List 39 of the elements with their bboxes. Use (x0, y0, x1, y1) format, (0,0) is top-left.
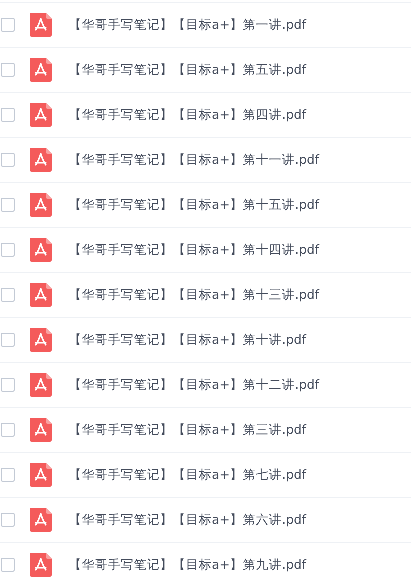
pdf-file-icon (30, 328, 52, 352)
file-name[interactable]: 【华哥手写笔记】【目标a+】第七讲.pdf (69, 466, 306, 484)
checkbox[interactable] (1, 63, 15, 77)
checkbox[interactable] (1, 243, 15, 257)
file-name[interactable]: 【华哥手写笔记】【目标a+】第十讲.pdf (69, 332, 306, 348)
checkbox[interactable] (1, 108, 15, 122)
checkbox[interactable] (1, 558, 15, 572)
file-name[interactable]: 【华哥手写笔记】【目标a+】第十五讲.pdf (69, 196, 320, 214)
pdf-file-icon (30, 283, 52, 307)
file-name[interactable]: 【华哥手写笔记】【目标a+】第三讲.pdf (69, 422, 306, 438)
file-name[interactable]: 【华哥手写笔记】【目标a+】第六讲.pdf (69, 512, 306, 528)
file-name[interactable]: 【华哥手写笔记】【目标a+】第十三讲.pdf (69, 286, 320, 304)
pdf-file-icon (30, 463, 52, 487)
file-name[interactable]: 【华哥手写笔记】【目标a+】第十四讲.pdf (69, 242, 320, 258)
file-name[interactable]: 【华哥手写笔记】【目标a+】第四讲.pdf (69, 106, 306, 124)
checkbox[interactable] (1, 423, 15, 437)
checkbox[interactable] (1, 333, 15, 347)
checkbox[interactable] (1, 378, 15, 392)
pdf-file-icon (30, 508, 52, 532)
pdf-file-icon (30, 373, 52, 397)
pdf-file-icon (30, 418, 52, 442)
pdf-file-icon (30, 13, 52, 37)
file-name[interactable]: 【华哥手写笔记】【目标a+】第五讲.pdf (69, 62, 306, 78)
pdf-file-icon (30, 148, 52, 172)
file-name[interactable]: 【华哥手写笔记】【目标a+】第十二讲.pdf (69, 376, 320, 394)
checkbox[interactable] (1, 198, 15, 212)
checkbox[interactable] (1, 513, 15, 527)
pdf-file-icon (30, 103, 52, 127)
checkbox[interactable] (1, 153, 15, 167)
file-name[interactable]: 【华哥手写笔记】【目标a+】第十一讲.pdf (69, 152, 320, 168)
pdf-file-icon (30, 193, 52, 217)
pdf-file-icon (30, 553, 52, 577)
pdf-file-icon (30, 58, 52, 82)
file-name[interactable]: 【华哥手写笔记】【目标a+】第一讲.pdf (69, 16, 306, 34)
checkbox[interactable] (1, 468, 15, 482)
checkbox[interactable] (1, 288, 15, 302)
pdf-file-icon (30, 238, 52, 262)
checkbox[interactable] (1, 18, 15, 32)
file-name[interactable]: 【华哥手写笔记】【目标a+】第九讲.pdf (69, 556, 306, 574)
